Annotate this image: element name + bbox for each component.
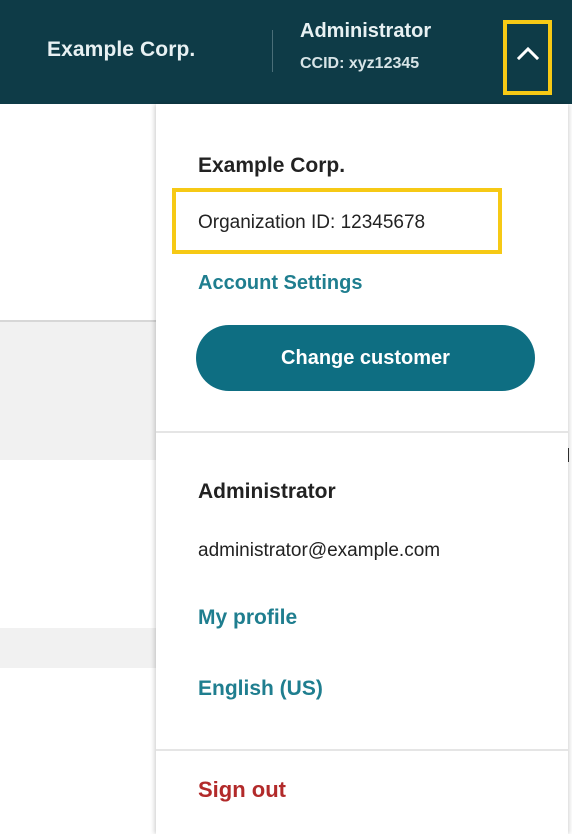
menu-separator	[156, 749, 568, 751]
menu-separator	[156, 431, 568, 433]
menu-user-name: Administrator	[198, 480, 336, 503]
header-ccid: CCID: xyz12345	[300, 55, 420, 72]
top-navigation-bar: Example Corp. Administrator CCID: xyz123…	[0, 0, 572, 104]
background-row	[0, 628, 160, 668]
header-org-name[interactable]: Example Corp.	[47, 38, 195, 62]
chevron-up-icon	[517, 46, 539, 60]
menu-user-email: administrator@example.com	[198, 540, 441, 561]
account-menu-toggle-button[interactable]	[503, 20, 552, 95]
sign-out-link[interactable]: Sign out	[198, 777, 286, 803]
change-customer-button[interactable]: Change customer	[196, 325, 535, 391]
account-settings-link[interactable]: Account Settings	[198, 272, 362, 295]
account-dropdown-menu: Example Corp. Organization ID: 12345678 …	[156, 104, 568, 834]
organization-id: Organization ID: 12345678	[198, 212, 426, 233]
menu-org-name: Example Corp.	[198, 154, 346, 177]
background-panel	[0, 322, 160, 460]
header-divider	[272, 30, 273, 72]
org-id-highlight: Organization ID: 12345678	[172, 188, 502, 254]
header-user-role[interactable]: Administrator	[300, 20, 431, 43]
my-profile-link[interactable]: My profile	[198, 606, 297, 630]
language-selector-link[interactable]: English (US)	[198, 677, 323, 701]
